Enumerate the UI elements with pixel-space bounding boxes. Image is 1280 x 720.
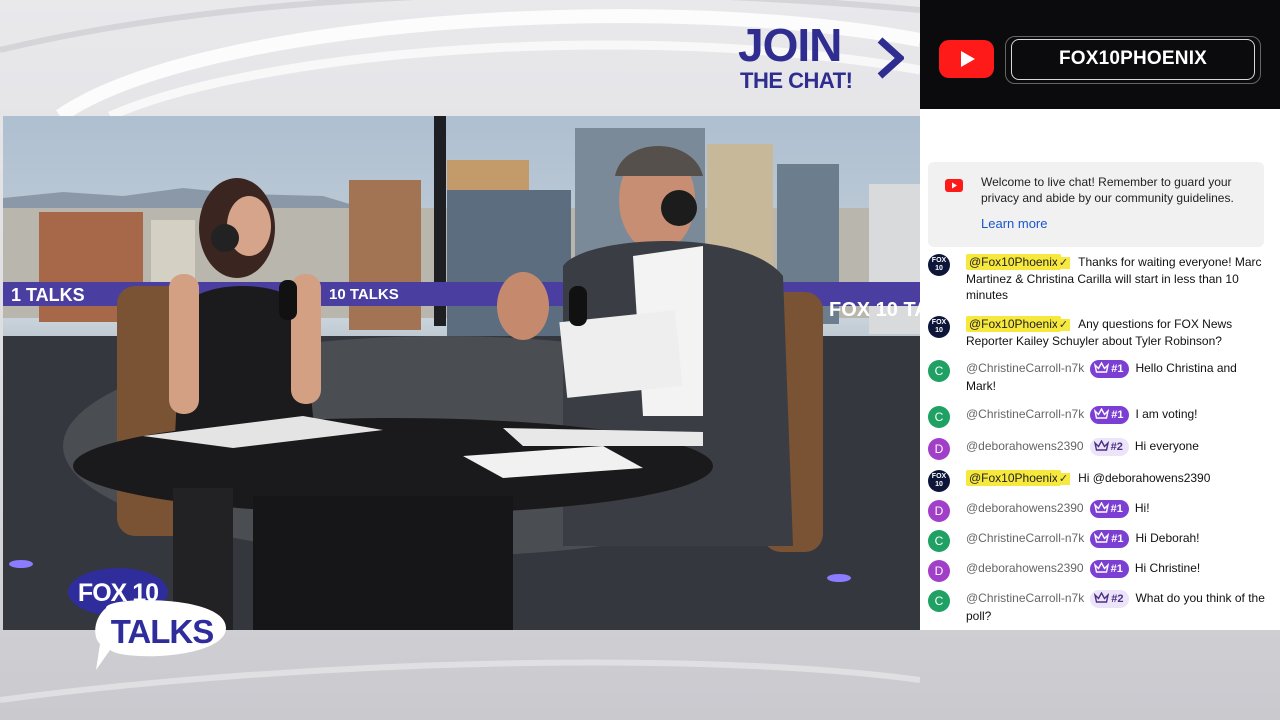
crown-icon [1094,408,1110,419]
youtube-icon [939,40,994,78]
chat-text: Hi Deborah! [1135,531,1200,546]
chat-author[interactable]: @Fox10Phoenix [966,254,1061,270]
member-rank-badge: #2 [1090,590,1130,608]
badge-label: #1 [1111,533,1124,545]
member-rank-badge: #1 [1090,530,1130,548]
studio-scene: 1 TALKS 10 TALKS FOX 10 TALK [3,116,920,630]
chat-author[interactable]: @ChristineCarroll-n7k [966,591,1084,605]
join-text: JOIN [738,19,842,71]
chat-message-body: @Fox10Phoenix✓ Thanks for waiting everyon… [966,254,1266,303]
welcome-banner: Welcome to live chat! Remember to guard … [928,162,1264,247]
chat-message-body: @Fox10Phoenix✓ Any questions for FOX News… [966,316,1266,349]
chat-message-body: @ChristineCarroll-n7k #1 I am voting! [966,406,1266,424]
chat-message-body: @deborahowens2390 #2 Hi everyone [966,438,1266,456]
chevron-right-icon [877,37,904,79]
learn-more-link[interactable]: Learn more [981,216,1047,231]
chat-message-body: @ChristineCarroll-n7k #2 What do you think… [966,590,1266,624]
chat-author[interactable]: @deborahowens2390 [966,501,1084,515]
logo-talks-text: TALKS [111,613,214,650]
youtube-icon [945,179,963,192]
right-banner: FOX 10 TALK [829,299,920,321]
chat-author[interactable]: @deborahowens2390 [966,561,1084,575]
chat-message-body: @deborahowens2390 #1 Hi Christine! [966,560,1266,578]
avatar[interactable]: FOX 10 [928,316,950,338]
chat-message-body: @deborahowens2390 #1 Hi! [966,500,1266,518]
live-chat-panel: Welcome to live chat! Remember to guard … [920,109,1280,630]
fox10-talks-logo: FOX 10 TALKS [66,566,230,678]
avatar[interactable]: FOX 10 [928,470,950,492]
chat-message-body: @Fox10Phoenix✓ Hi @deborahowens2390 [966,470,1266,487]
badge-label: #2 [1110,441,1123,453]
desk-banner: 10 TALKS [329,286,399,303]
the-chat-text: THE CHAT! [740,68,853,93]
live-video[interactable]: 1 TALKS 10 TALKS FOX 10 TALK [3,116,920,630]
badge-label: #1 [1110,563,1123,575]
crown-icon [1094,362,1110,373]
crown-icon [1093,440,1109,451]
member-rank-badge: #2 [1089,438,1129,456]
member-rank-badge: #1 [1089,560,1129,578]
badge-label: #1 [1111,409,1124,421]
verified-check-icon: ✓ [1056,473,1071,485]
channel-name[interactable]: FOX10PHOENIX [1011,39,1255,80]
avatar[interactable]: D [928,500,950,522]
avatar[interactable]: C [928,590,950,612]
badge-label: #2 [1111,593,1124,605]
avatar[interactable]: D [928,438,950,460]
avatar[interactable]: C [928,360,950,382]
chat-author[interactable]: @Fox10Phoenix [966,470,1061,486]
chat-author[interactable]: @ChristineCarroll-n7k [966,407,1084,421]
crown-icon [1093,502,1109,513]
crown-icon [1094,532,1110,543]
member-rank-badge: #1 [1089,500,1129,518]
verified-check-icon: ✓ [1056,319,1071,331]
crown-icon [1093,562,1109,573]
crown-icon [1094,592,1110,603]
welcome-message: Welcome to live chat! Remember to guard … [981,175,1234,205]
avatar[interactable]: C [928,530,950,552]
chat-message-body: @ChristineCarroll-n7k #1 Hi Deborah! [966,530,1266,548]
avatar[interactable]: FOX 10 [928,254,950,276]
chat-author[interactable]: @ChristineCarroll-n7k [966,361,1084,375]
chat-author[interactable]: @deborahowens2390 [966,439,1084,453]
chat-header: FOX10PHOENIX [920,0,1280,109]
chat-message-body: @ChristineCarroll-n7k #1 Hello Christina a… [966,360,1266,394]
chat-text: Hi everyone [1134,439,1199,454]
chat-author[interactable]: @Fox10Phoenix [966,316,1061,332]
left-banner: 1 TALKS [11,285,85,305]
avatar[interactable]: D [928,560,950,582]
badge-label: #1 [1111,363,1124,375]
member-rank-badge: #1 [1090,406,1130,424]
member-rank-badge: #1 [1090,360,1130,378]
verified-check-icon: ✓ [1056,257,1071,269]
chat-author[interactable]: @ChristineCarroll-n7k [966,531,1084,545]
chat-text: Hi! [1134,501,1150,516]
chat-text: Hi Christine! [1134,561,1201,576]
badge-label: #1 [1110,503,1123,515]
join-the-chat-promo: JOIN THE CHAT! [738,22,913,96]
avatar[interactable]: C [928,406,950,428]
chat-text: Hi @deborahowens2390 [1078,471,1211,485]
chat-text: I am voting! [1135,407,1198,422]
